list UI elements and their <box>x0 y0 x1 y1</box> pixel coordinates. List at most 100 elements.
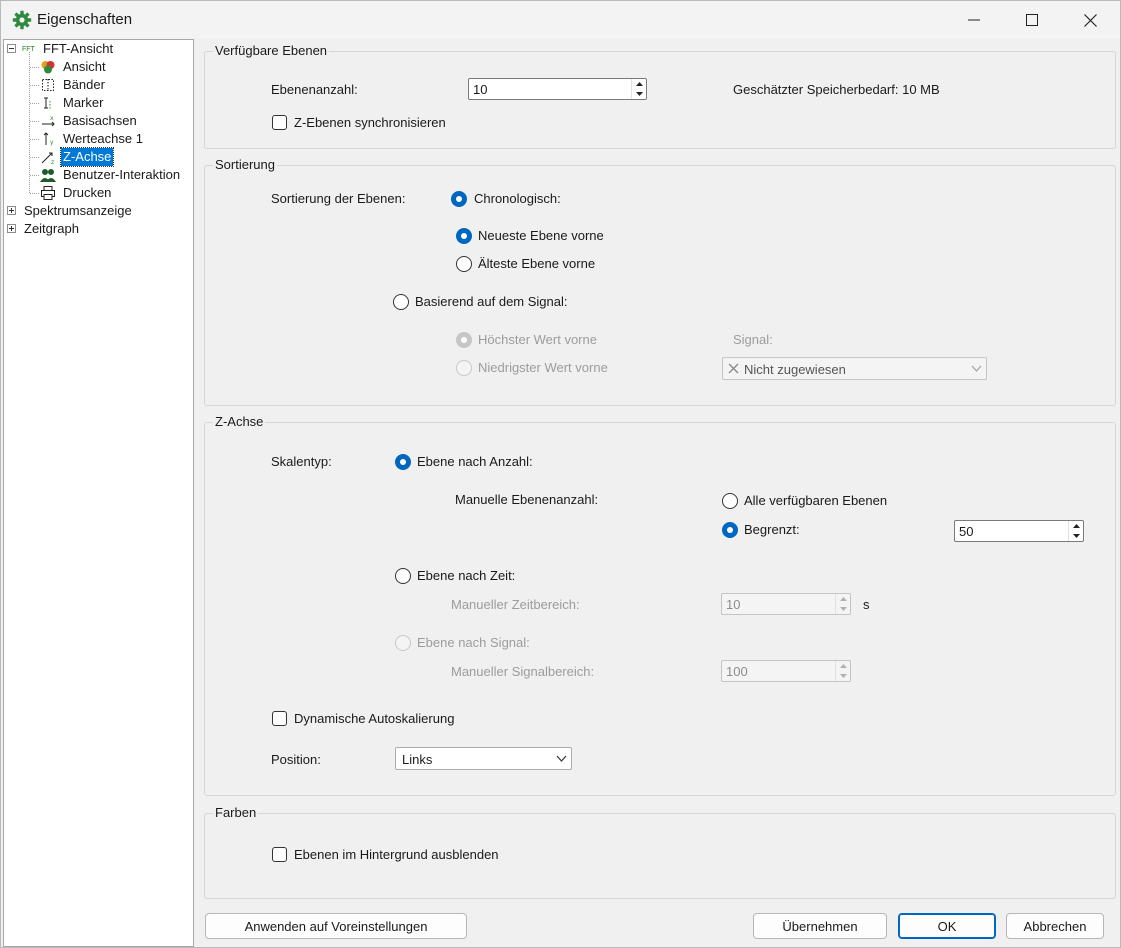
tree-item-label: Basisachsen <box>63 113 137 128</box>
title-bar[interactable]: Eigenschaften <box>1 1 1120 39</box>
tree-item-label: FFT-Ansicht <box>43 41 114 56</box>
signal-based-label[interactable]: Basierend auf dem Signal: <box>415 294 567 309</box>
by-count-radio[interactable] <box>395 454 411 470</box>
arrow-up-icon[interactable] <box>632 79 646 89</box>
gear-icon <box>12 10 32 30</box>
minimize-button[interactable] <box>945 1 1003 39</box>
time-unit: s <box>863 597 870 612</box>
group-available-layers: Verfügbare Ebenen Ebenenanzahl: 10 Gesch… <box>204 43 1116 149</box>
autoscale-label[interactable]: Dynamische Autoskalierung <box>294 711 454 726</box>
tree-item-label: Ansicht <box>63 59 106 74</box>
limited-label[interactable]: Begrenzt: <box>744 522 800 537</box>
layer-count-label: Ebenenanzahl: <box>271 82 358 97</box>
expand-icon[interactable] <box>7 224 16 233</box>
tree-item-drucken[interactable]: Drucken <box>40 184 190 202</box>
chronological-radio[interactable] <box>451 191 467 207</box>
newest-front-radio[interactable] <box>456 228 472 244</box>
tree-item-label: Benutzer-Interaktion <box>63 167 181 182</box>
spinner-arrows[interactable] <box>835 661 850 681</box>
spinner-arrows[interactable] <box>631 79 646 99</box>
oldest-front-label[interactable]: Älteste Ebene vorne <box>478 256 595 271</box>
position-select[interactable]: Links <box>395 747 572 770</box>
oldest-front-radio[interactable] <box>456 256 472 272</box>
group-z-axis: Z-Achse Skalentyp: Ebene nach Anzahl: Ma… <box>204 414 1116 796</box>
spinner-arrows[interactable] <box>835 594 850 614</box>
position-select-value: Links <box>402 752 433 767</box>
signal-select-value: Nicht zugewiesen <box>744 362 846 377</box>
layer-count-spinner[interactable]: 10 <box>468 78 647 100</box>
time-range-spinner[interactable]: 10 <box>721 593 851 615</box>
by-signal-radio[interactable] <box>395 635 411 651</box>
autoscale-checkbox[interactable] <box>272 711 287 726</box>
group-sorting: Sortierung Sortierung der Ebenen: Chrono… <box>204 157 1116 406</box>
signal-range-spinner[interactable]: 100 <box>721 660 851 682</box>
tree-item-ansicht[interactable]: Ansicht <box>40 58 190 76</box>
tree-item-fft-ansicht[interactable]: FFT FFT-Ansicht <box>4 40 192 58</box>
by-time-label[interactable]: Ebene nach Zeit: <box>417 568 515 583</box>
maximize-icon <box>1026 14 1038 26</box>
maximize-button[interactable] <box>1003 1 1061 39</box>
tree-item-label: Drucken <box>63 185 112 200</box>
newest-front-label[interactable]: Neueste Ebene vorne <box>478 228 604 243</box>
sync-z-layers-label[interactable]: Z-Ebenen synchronisieren <box>294 115 446 130</box>
group-title: Sortierung <box>213 157 277 172</box>
spinner-value: 100 <box>726 664 748 679</box>
cancel-button[interactable]: Abbrechen <box>1006 913 1104 939</box>
svg-text:x: x <box>50 115 54 122</box>
by-signal-label: Ebene nach Signal: <box>417 635 530 650</box>
tree-item-zeitgraph[interactable]: Zeitgraph <box>4 220 192 238</box>
tree-item-baender[interactable]: Bänder <box>40 76 190 94</box>
apply-to-defaults-button[interactable]: Anwenden auf Voreinstellungen <box>205 913 467 939</box>
properties-dialog: Eigenschaften FFT FFT-Ansicht Ansicht Bä… <box>0 0 1121 948</box>
signal-label: Signal: <box>733 332 773 347</box>
svg-text:z: z <box>51 159 54 165</box>
value-axis-icon: y <box>43 132 54 146</box>
property-page: Verfügbare Ebenen Ebenenanzahl: 10 Gesch… <box>198 39 1120 907</box>
spinner-arrows[interactable] <box>1068 521 1083 541</box>
sync-z-layers-checkbox[interactable] <box>272 115 287 130</box>
tree-item-marker[interactable]: Marker <box>40 94 190 112</box>
lowest-front-label: Niedrigster Wert vorne <box>478 360 608 375</box>
expand-icon[interactable] <box>7 206 16 215</box>
signal-based-radio[interactable] <box>393 294 409 310</box>
tree-item-werteachse-1[interactable]: y Werteachse 1 <box>40 130 190 148</box>
minimize-icon <box>968 19 980 21</box>
tree-item-z-achse[interactable]: z Z-Achse <box>40 147 190 167</box>
by-time-radio[interactable] <box>395 568 411 584</box>
sort-label: Sortierung der Ebenen: <box>271 191 406 206</box>
arrow-down-icon[interactable] <box>632 89 646 99</box>
close-button[interactable] <box>1061 1 1119 39</box>
hide-background-layers-checkbox[interactable] <box>272 847 287 862</box>
collapse-icon[interactable] <box>7 44 16 53</box>
arrow-down-icon[interactable] <box>1069 531 1083 541</box>
group-title: Verfügbare Ebenen <box>213 43 330 58</box>
lowest-front-radio[interactable] <box>456 360 472 376</box>
tree-item-label: Zeitgraph <box>24 221 79 236</box>
memory-estimate: Geschätzter Speicherbedarf: 10 MB <box>733 82 940 97</box>
highest-front-label: Höchster Wert vorne <box>478 332 597 347</box>
hide-background-layers-label[interactable]: Ebenen im Hintergrund ausblenden <box>294 847 499 862</box>
tree-view[interactable]: FFT FFT-Ansicht Ansicht Bänder Marker x … <box>3 39 194 947</box>
tree-item-benutzer-interaktion[interactable]: Benutzer-Interaktion <box>40 166 190 184</box>
position-label: Position: <box>271 752 321 767</box>
all-layers-label[interactable]: Alle verfügbaren Ebenen <box>744 493 887 508</box>
chronological-label[interactable]: Chronologisch: <box>474 191 561 206</box>
by-count-label[interactable]: Ebene nach Anzahl: <box>417 454 533 469</box>
all-layers-radio[interactable] <box>722 493 738 509</box>
tree-item-spektrumsanzeige[interactable]: Spektrumsanzeige <box>4 202 192 220</box>
signal-select[interactable]: Nicht zugewiesen <box>722 357 987 380</box>
arrow-down-icon[interactable] <box>836 671 850 681</box>
arrow-up-icon[interactable] <box>1069 521 1083 531</box>
limited-count-spinner[interactable]: 50 <box>954 520 1084 542</box>
manual-count-label: Manuelle Ebenenanzahl: <box>455 492 599 507</box>
tree-item-basisachsen[interactable]: x Basisachsen <box>40 112 190 130</box>
group-colors: Farben Ebenen im Hintergrund ausblenden <box>204 805 1116 899</box>
arrow-up-icon[interactable] <box>836 661 850 671</box>
ok-button[interactable]: OK <box>898 913 996 939</box>
arrow-down-icon[interactable] <box>836 604 850 614</box>
limited-radio[interactable] <box>722 522 738 538</box>
arrow-up-icon[interactable] <box>836 594 850 604</box>
apply-button[interactable]: Übernehmen <box>753 913 887 939</box>
highest-front-radio[interactable] <box>456 332 472 348</box>
users-icon <box>40 169 56 182</box>
